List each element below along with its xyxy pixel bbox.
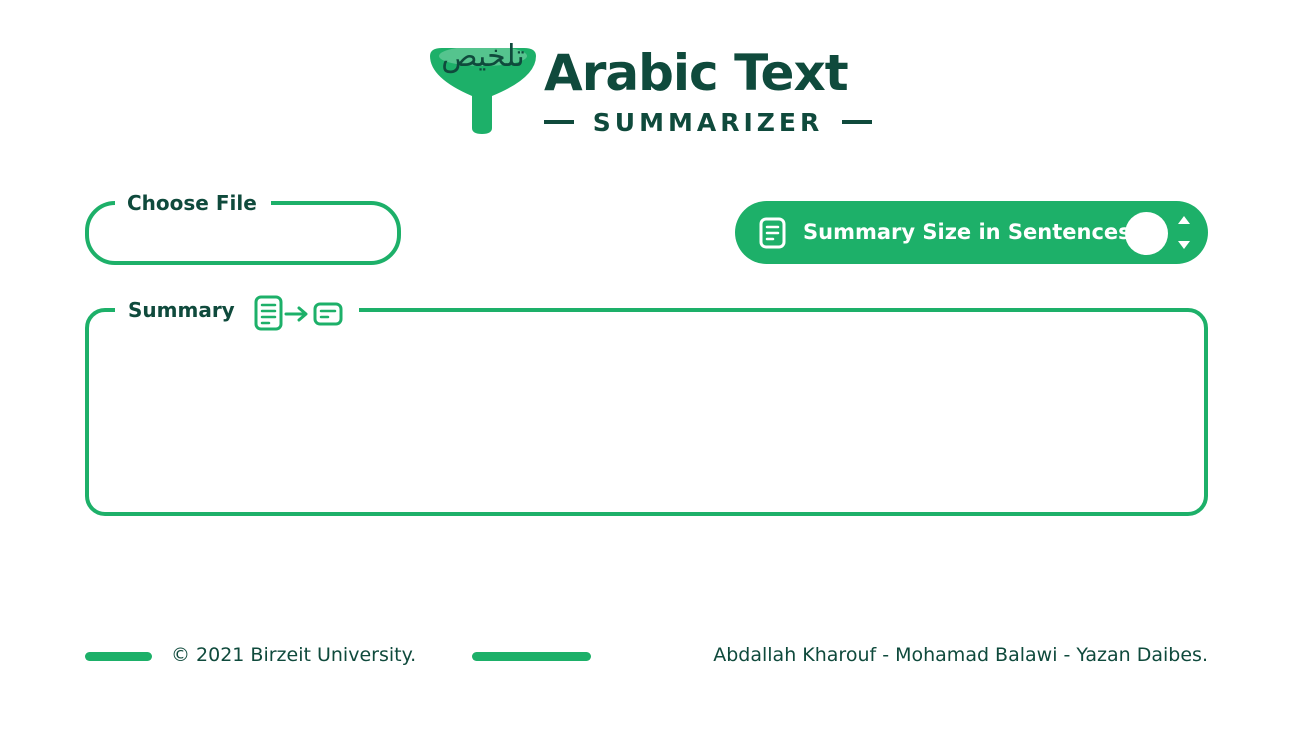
document-to-summary-icon — [254, 295, 343, 331]
document-icon — [759, 217, 786, 249]
footer-copyright: © 2021 Birzeit University. — [171, 644, 417, 666]
logo-dash-left — [544, 120, 574, 124]
logo-arabic-text: تلخيص — [441, 39, 524, 74]
logo-dash-right — [841, 120, 872, 124]
spin-up-arrow-icon[interactable] — [1177, 215, 1191, 225]
footer-divider-middle — [472, 652, 591, 661]
logo-title: Arabic Text — [544, 44, 849, 102]
summary-output[interactable] — [109, 332, 1184, 496]
logo: تلخيص Arabic Text SUMMARIZER — [428, 34, 878, 138]
page: تلخيص Arabic Text SUMMARIZER Choose File… — [0, 0, 1300, 731]
summary-box — [85, 308, 1208, 516]
logo-subtitle-row: SUMMARIZER — [544, 106, 872, 138]
footer-authors: Abdallah Kharouf - Mohamad Balawi - Yaza… — [713, 644, 1208, 666]
summary-header: Summary — [115, 292, 359, 334]
footer-divider-left — [85, 652, 152, 661]
summary-size-label: Summary Size in Sentences — [803, 220, 1131, 244]
funnel-icon: تلخيص — [430, 39, 536, 134]
logo-subtitle: SUMMARIZER — [592, 107, 824, 137]
summary-size-input[interactable] — [1125, 212, 1168, 255]
summary-label: Summary — [128, 298, 235, 322]
spin-down-arrow-icon[interactable] — [1177, 240, 1191, 250]
choose-file-label: Choose File — [115, 189, 271, 217]
summary-size-control: Summary Size in Sentences — [735, 201, 1208, 264]
